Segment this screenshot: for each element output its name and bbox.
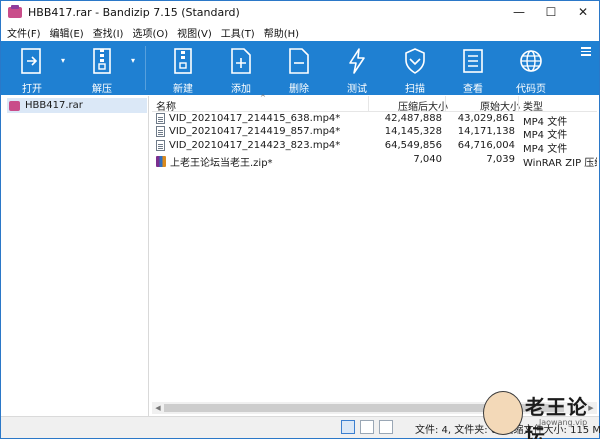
menu-bar: 文件(F) 编辑(E) 查找(I) 选项(O) 视图(V) 工具(T) 帮助(H… bbox=[1, 23, 599, 41]
lightning-icon bbox=[342, 46, 372, 76]
add-file-icon bbox=[226, 46, 256, 76]
extract-icon bbox=[87, 46, 117, 76]
packed-size-cell: 64,549,856 bbox=[384, 140, 442, 151]
test-label: 测试 bbox=[347, 84, 367, 95]
list-view-icon[interactable] bbox=[360, 420, 374, 434]
view-button[interactable]: 查看 bbox=[450, 41, 496, 95]
menu-view[interactable]: 视图(V) bbox=[177, 25, 212, 40]
scan-label: 扫描 bbox=[405, 84, 425, 95]
column-divider[interactable] bbox=[445, 96, 446, 112]
open-dropdown-chevron-icon[interactable]: ▾ bbox=[61, 56, 65, 65]
bandizip-window: HBB417.rar - Bandizip 7.15 (Standard) — … bbox=[0, 0, 600, 439]
original-size-cell: 14,171,138 bbox=[457, 126, 515, 137]
archive-icon bbox=[9, 100, 20, 111]
original-size-cell: 64,716,004 bbox=[457, 140, 515, 151]
view-list-icon bbox=[458, 46, 488, 76]
delete-button[interactable]: 删除 bbox=[276, 41, 322, 95]
toolbar: 打开 ▾ 解压 ▾ 新建 添加 删除 测试 扫描 查看 代码页 bbox=[1, 41, 599, 95]
folder-tree: HBB417.rar bbox=[3, 96, 149, 416]
thumbnail-view-icon[interactable] bbox=[379, 420, 393, 434]
close-button[interactable]: ✕ bbox=[567, 1, 599, 23]
file-name: VID_20210417_214423_823.mp4* bbox=[169, 140, 341, 151]
column-name[interactable]: 名称 bbox=[156, 98, 176, 113]
column-packed-size[interactable]: 压缩后大小 bbox=[398, 98, 448, 113]
details-view-icon[interactable] bbox=[341, 420, 355, 434]
menu-options[interactable]: 选项(O) bbox=[132, 25, 168, 40]
type-cell: MP4 文件 bbox=[523, 144, 568, 155]
column-divider[interactable] bbox=[518, 96, 519, 112]
toolbar-separator bbox=[145, 46, 146, 90]
new-archive-button[interactable]: 新建 bbox=[160, 41, 206, 95]
video-file-icon bbox=[156, 113, 165, 124]
packed-size-cell: 42,487,888 bbox=[384, 113, 442, 124]
extract-label: 解压 bbox=[92, 84, 112, 95]
file-name-cell: VID_20210417_214415_638.mp4* bbox=[156, 113, 340, 124]
tree-item-root[interactable]: HBB417.rar bbox=[7, 98, 147, 113]
table-row[interactable]: VID_20210417_214419_857.mp4* 14,145,328 … bbox=[152, 126, 597, 141]
original-size-cell: 7,039 bbox=[486, 154, 515, 165]
table-row[interactable]: 上老王论坛当老王.zip* 7,040 7,039 WinRAR ZIP 压缩文… bbox=[152, 154, 597, 169]
menu-tools[interactable]: 工具(T) bbox=[221, 25, 255, 40]
delete-file-icon bbox=[284, 46, 314, 76]
maximize-button[interactable]: ☐ bbox=[535, 1, 567, 23]
scan-button[interactable]: 扫描 bbox=[392, 41, 438, 95]
file-list: 名称 ^ 压缩后大小 原始大小 类型 VID_20210417_214415_6… bbox=[152, 94, 597, 416]
column-original-size[interactable]: 原始大小 bbox=[480, 98, 520, 113]
winrar-archive-icon bbox=[156, 156, 166, 167]
menu-find[interactable]: 查找(I) bbox=[93, 25, 124, 40]
column-divider[interactable] bbox=[368, 96, 369, 112]
extract-button[interactable]: 解压 ▾ bbox=[79, 41, 135, 95]
open-label: 打开 bbox=[22, 84, 42, 95]
open-button[interactable]: 打开 ▾ bbox=[9, 41, 65, 95]
test-button[interactable]: 测试 bbox=[334, 41, 380, 95]
minimize-button[interactable]: — bbox=[503, 1, 535, 23]
open-icon bbox=[17, 46, 47, 76]
packed-size-cell: 14,145,328 bbox=[384, 126, 442, 137]
video-file-icon bbox=[156, 126, 165, 137]
scroll-left-icon[interactable]: ◀ bbox=[152, 402, 164, 414]
file-name-cell: VID_20210417_214419_857.mp4* bbox=[156, 126, 340, 137]
type-cell: MP4 文件 bbox=[523, 130, 568, 141]
menu-help[interactable]: 帮助(H) bbox=[264, 25, 299, 40]
globe-icon bbox=[516, 46, 546, 76]
file-name: 上老王论坛当老王.zip* bbox=[170, 158, 273, 169]
list-header: 名称 ^ 压缩后大小 原始大小 类型 bbox=[152, 94, 597, 113]
type-cell: WinRAR ZIP 压缩文件 bbox=[523, 158, 597, 169]
tree-item-label: HBB417.rar bbox=[25, 100, 83, 111]
file-name: VID_20210417_214415_638.mp4* bbox=[169, 113, 341, 124]
watermark-face-icon bbox=[483, 391, 523, 435]
window-title: HBB417.rar - Bandizip 7.15 (Standard) bbox=[28, 5, 240, 19]
video-file-icon bbox=[156, 140, 165, 151]
view-label: 查看 bbox=[463, 84, 483, 95]
add-button[interactable]: 添加 bbox=[218, 41, 264, 95]
table-row[interactable]: VID_20210417_214415_638.mp4* 42,487,888 … bbox=[152, 113, 597, 128]
menu-file[interactable]: 文件(F) bbox=[7, 25, 41, 40]
original-size-cell: 43,029,861 bbox=[457, 113, 515, 124]
extract-dropdown-chevron-icon[interactable]: ▾ bbox=[131, 56, 135, 65]
watermark: 老王论坛 laowang.vip bbox=[483, 389, 599, 439]
menu-edit[interactable]: 编辑(E) bbox=[50, 25, 84, 40]
file-name-cell: VID_20210417_214423_823.mp4* bbox=[156, 140, 340, 151]
hamburger-menu-icon[interactable] bbox=[581, 47, 591, 57]
watermark-text: 老王论坛 bbox=[525, 395, 588, 439]
column-type[interactable]: 类型 bbox=[523, 98, 543, 113]
table-row[interactable]: VID_20210417_214423_823.mp4* 64,549,856 … bbox=[152, 140, 597, 155]
sort-ascending-icon: ^ bbox=[260, 94, 266, 102]
new-label: 新建 bbox=[173, 84, 193, 95]
codepage-label: 代码页 bbox=[516, 84, 546, 95]
file-name-cell: 上老王论坛当老王.zip* bbox=[156, 154, 273, 169]
shield-icon bbox=[400, 46, 430, 76]
packed-size-cell: 7,040 bbox=[413, 154, 442, 165]
bandizip-app-icon bbox=[8, 5, 22, 19]
watermark-url: laowang.vip bbox=[539, 418, 588, 427]
new-archive-icon bbox=[168, 46, 198, 76]
codepage-button[interactable]: 代码页 bbox=[508, 41, 554, 95]
file-name: VID_20210417_214419_857.mp4* bbox=[169, 126, 341, 137]
title-bar: HBB417.rar - Bandizip 7.15 (Standard) — … bbox=[1, 1, 599, 23]
add-label: 添加 bbox=[231, 84, 251, 95]
delete-label: 删除 bbox=[289, 84, 309, 95]
